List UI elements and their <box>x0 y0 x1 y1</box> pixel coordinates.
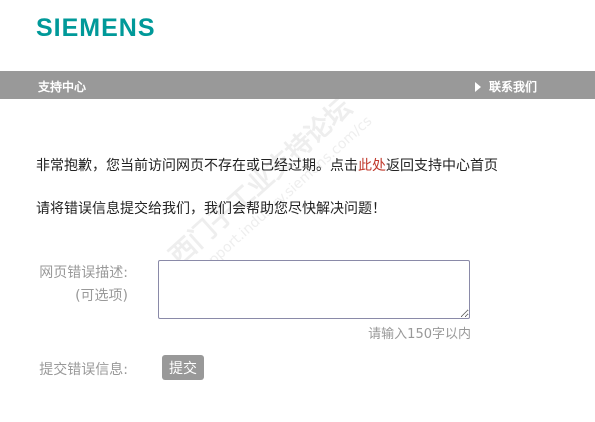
optional-label: (可选项) <box>75 288 128 304</box>
forum-watermark: 西门子工业支持论坛 support.industry.siemens.com/c… <box>160 84 375 286</box>
return-home-link[interactable]: 此处 <box>358 158 386 174</box>
submit-error-label: 提交错误信息: <box>39 362 128 378</box>
submit-button[interactable]: 提交 <box>162 355 204 380</box>
nav-contact-us-label: 联系我们 <box>488 80 537 94</box>
error-message-text: 非常抱歉，您当前访问网页不存在或已经过期。点击 <box>36 158 358 174</box>
error-message-text-tail: 返回支持中心首页 <box>386 158 498 174</box>
error-message-line2: 请将错误信息提交给我们，我们会帮助您尽快解决问题！ <box>36 201 386 217</box>
error-message-line1: 非常抱歉，您当前访问网页不存在或已经过期。点击此处返回支持中心首页 <box>36 155 498 175</box>
triangle-right-icon <box>474 81 481 92</box>
navigation-bar: 支持中心 联系我们 <box>0 71 595 99</box>
siemens-logo: SIEMENS <box>36 14 156 42</box>
error-page: SIEMENS 支持中心 联系我们 西门子工业支持论坛 support.indu… <box>0 0 595 422</box>
nav-support-center-link[interactable]: 支持中心 <box>38 78 86 95</box>
error-description-label: 网页错误描述: <box>39 265 128 281</box>
error-description-textarea[interactable] <box>158 260 470 319</box>
nav-contact-us-link[interactable]: 联系我们 <box>474 78 537 95</box>
watermark-url: support.industry.siemens.com/cs <box>193 113 376 280</box>
character-limit-hint: 请输入150字以内 <box>368 327 471 342</box>
watermark-text: 西门子工业支持论坛 <box>164 92 358 272</box>
